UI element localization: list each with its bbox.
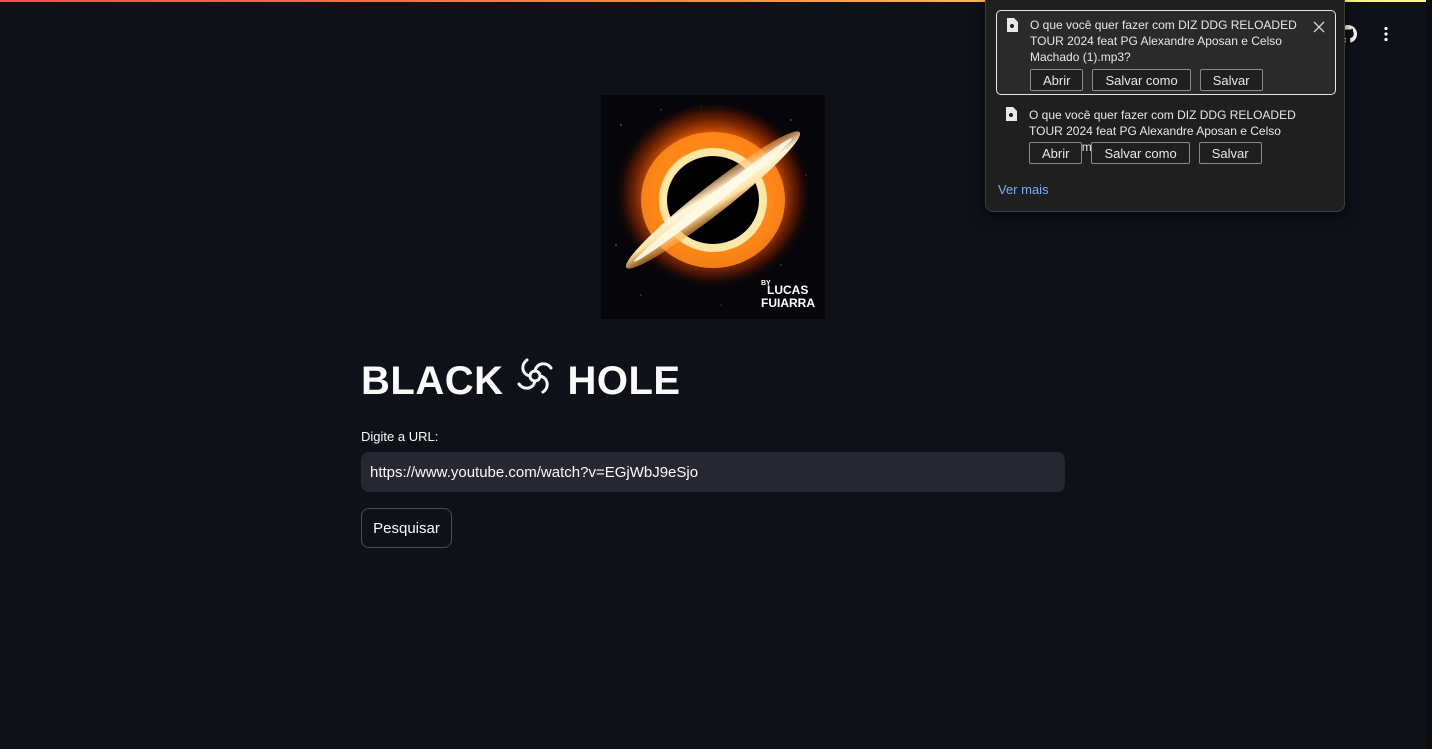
file-icon bbox=[1006, 18, 1018, 32]
downloads-panel: O que você quer fazer com DIZ DDG RELOAD… bbox=[985, 0, 1345, 212]
page-title: BLACK HOLE bbox=[361, 356, 681, 406]
scrollbar-track[interactable] bbox=[1426, 0, 1432, 749]
more-vert-icon[interactable] bbox=[1376, 24, 1396, 44]
title-word-hole: HOLE bbox=[567, 358, 681, 403]
download-prompt: O que você quer fazer com DIZ DDG RELOAD… bbox=[1030, 18, 1297, 64]
hero-logo-line2: FUIARRA bbox=[761, 296, 815, 310]
file-icon bbox=[1005, 107, 1017, 121]
cyclone-icon bbox=[515, 356, 555, 406]
hero-logo-line1: LUCAS bbox=[767, 283, 808, 297]
save-button[interactable]: Salvar bbox=[1199, 69, 1263, 91]
save-button[interactable]: Salvar bbox=[1198, 142, 1262, 164]
see-more-link[interactable]: Ver mais bbox=[998, 182, 1049, 197]
download-item: O que você quer fazer com DIZ DDG RELOAD… bbox=[996, 100, 1336, 170]
toolbar bbox=[1338, 24, 1396, 44]
hero-image: BY LUCAS FUIARRA bbox=[601, 95, 825, 319]
url-input[interactable] bbox=[361, 452, 1065, 492]
save-as-button[interactable]: Salvar como bbox=[1091, 142, 1190, 164]
title-word-black: BLACK bbox=[361, 358, 504, 403]
download-actions: Abrir Salvar como Salvar bbox=[1030, 69, 1263, 91]
save-as-button[interactable]: Salvar como bbox=[1092, 69, 1191, 91]
open-button[interactable]: Abrir bbox=[1029, 142, 1083, 164]
url-label: Digite a URL: bbox=[361, 429, 439, 444]
download-actions: Abrir Salvar como Salvar bbox=[1029, 142, 1262, 164]
search-button[interactable]: Pesquisar bbox=[361, 508, 452, 548]
download-item: O que você quer fazer com DIZ DDG RELOAD… bbox=[996, 10, 1336, 95]
open-button[interactable]: Abrir bbox=[1030, 69, 1084, 91]
app-root: BY LUCAS FUIARRA BLACK HOLE Digite a URL… bbox=[0, 0, 1432, 749]
close-icon[interactable] bbox=[1311, 19, 1327, 35]
